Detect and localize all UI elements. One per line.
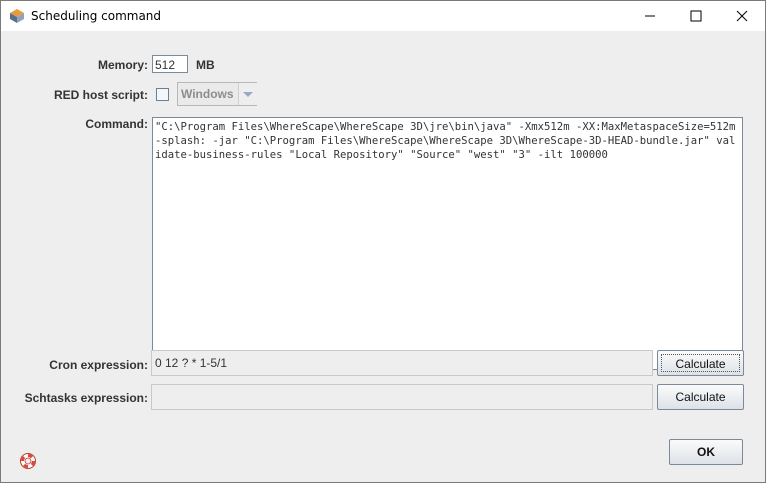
close-icon bbox=[736, 10, 748, 22]
cron-expression-field[interactable]: 0 12 ? * 1-5/1 bbox=[151, 350, 653, 376]
dialog-content: Memory: 512 MB RED host script: Windows … bbox=[1, 31, 765, 482]
schtasks-calculate-button[interactable]: Calculate bbox=[657, 384, 744, 410]
os-select[interactable]: Windows bbox=[177, 82, 258, 106]
memory-unit: MB bbox=[196, 58, 215, 72]
cron-calculate-button[interactable]: Calculate bbox=[657, 350, 744, 376]
maximize-button[interactable] bbox=[673, 1, 719, 31]
os-select-value: Windows bbox=[181, 87, 234, 101]
ok-button[interactable]: OK bbox=[669, 439, 743, 465]
schtasks-calculate-label: Calculate bbox=[675, 390, 726, 404]
cron-calculate-label: Calculate bbox=[661, 354, 740, 372]
close-button[interactable] bbox=[719, 1, 765, 31]
title-bar: Scheduling command bbox=[1, 1, 765, 31]
dropdown-arrow-icon bbox=[238, 83, 258, 105]
red-host-script-checkbox[interactable] bbox=[156, 88, 169, 101]
schtasks-expression-label: Schtasks expression: bbox=[24, 391, 148, 405]
help-lifebuoy-icon[interactable] bbox=[19, 452, 37, 470]
minimize-button[interactable] bbox=[627, 1, 673, 31]
maximize-icon bbox=[690, 10, 702, 22]
cron-expression-label: Cron expression: bbox=[49, 358, 148, 372]
scheduling-dialog: Scheduling command Memory: 512 MB RED ho… bbox=[0, 0, 766, 483]
app-logo-icon bbox=[9, 8, 25, 24]
schtasks-expression-field[interactable] bbox=[151, 384, 653, 410]
command-textarea[interactable]: "C:\Program Files\WhereScape\WhereScape … bbox=[152, 117, 743, 370]
window-title: Scheduling command bbox=[31, 9, 162, 23]
ok-button-label: OK bbox=[697, 445, 715, 459]
minimize-icon bbox=[645, 15, 655, 17]
memory-label: Memory: bbox=[97, 58, 148, 72]
memory-input[interactable]: 512 bbox=[152, 55, 188, 73]
command-label: Command: bbox=[85, 117, 148, 131]
red-host-script-label: RED host script: bbox=[53, 88, 148, 102]
